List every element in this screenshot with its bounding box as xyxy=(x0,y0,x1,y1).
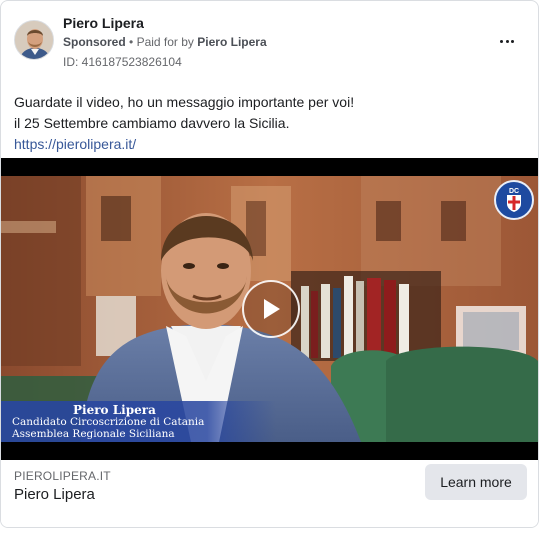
link-footer[interactable]: PIEROLIPERA.IT Piero Lipera Learn more xyxy=(1,460,538,527)
learn-more-button[interactable]: Learn more xyxy=(425,464,527,500)
caption-line-1: Candidato Circoscrizione di Catania xyxy=(12,416,205,428)
paid-for-label: Paid for by xyxy=(136,35,194,49)
video-player[interactable]: Piero Lipera Candidato Circoscrizione di… xyxy=(1,158,538,460)
page-name[interactable]: Piero Lipera xyxy=(63,15,144,31)
more-options-button[interactable] xyxy=(493,29,521,53)
avatar[interactable] xyxy=(14,20,54,60)
play-button[interactable] xyxy=(242,280,300,338)
caption-line-2: Assemblea Regionale Siciliana xyxy=(12,428,175,440)
play-icon xyxy=(264,299,280,319)
sponsored-label: Sponsored xyxy=(63,35,126,49)
logo-text: DC xyxy=(509,188,519,195)
post-line-2: il 25 Settembre cambiamo davvero la Sici… xyxy=(14,115,290,131)
caption-name: Piero Lipera xyxy=(73,403,156,417)
sponsor-line: Sponsored • Paid for by Piero Lipera xyxy=(63,35,267,49)
dc-logo: DC xyxy=(494,180,534,220)
ad-card: Piero Lipera Sponsored • Paid for by Pie… xyxy=(0,0,539,528)
caption-role: Candidato Circoscrizione di Catania Asse… xyxy=(12,416,204,440)
post-link[interactable]: https://pierolipera.it/ xyxy=(14,134,524,155)
more-horizontal-icon xyxy=(500,39,504,43)
paid-for-name: Piero Lipera xyxy=(197,35,267,49)
post-text: Guardate il video, ho un messaggio impor… xyxy=(14,92,524,155)
link-domain: PIEROLIPERA.IT xyxy=(14,469,111,483)
ad-id: ID: 416187523826104 xyxy=(63,55,182,69)
separator: • xyxy=(129,35,134,49)
post-line-1: Guardate il video, ho un messaggio impor… xyxy=(14,94,355,110)
link-title[interactable]: Piero Lipera xyxy=(14,486,95,503)
